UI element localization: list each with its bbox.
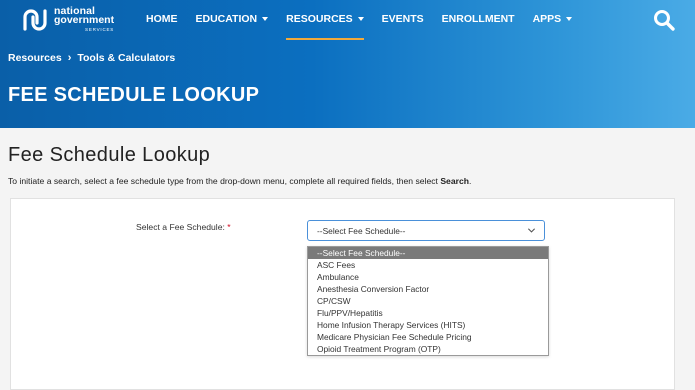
fee-schedule-label-text: Select a Fee Schedule: [136, 222, 225, 232]
fee-schedule-select[interactable]: --Select Fee Schedule-- [307, 220, 545, 241]
main-nav: HOME EDUCATION RESOURCES EVENTS ENROLLMENT AP… [146, 11, 590, 40]
required-marker: * [227, 222, 231, 232]
fee-schedule-option[interactable]: Flu/PPV/Hepatitis [308, 307, 548, 319]
fee-schedule-option[interactable]: Ambulance [308, 271, 548, 283]
header-banner: national government SERVICES HOME EDUCATI… [0, 0, 695, 128]
nav-item-home[interactable]: HOME [146, 11, 178, 27]
banner-title: FEE SCHEDULE LOOKUP [8, 84, 260, 106]
nav-item-label: HOME [146, 13, 178, 25]
nav-item-events[interactable]: EVENTS [382, 11, 424, 27]
breadcrumb-resources[interactable]: Resources [8, 52, 62, 64]
nav-item-label: EVENTS [381, 13, 424, 25]
ngs-logo-icon [23, 9, 47, 31]
nav-item-enrollment[interactable]: ENROLLMENT [442, 11, 515, 27]
instructions-prefix: To initiate a search, select a fee sched… [8, 176, 441, 186]
fee-schedule-option[interactable]: Anesthesia Conversion Factor [308, 283, 548, 295]
caret-down-icon [262, 17, 269, 21]
fee-schedule-options-list: --Select Fee Schedule-- ASC Fees Ambulance… [307, 246, 549, 356]
instructions-text: To initiate a search, select a fee sched… [8, 176, 471, 186]
logo-word-services: SERVICES [85, 26, 115, 32]
breadcrumb-tools-calculators[interactable]: Tools & Calculators [77, 52, 175, 64]
caret-down-icon [566, 17, 573, 21]
instructions-suffix: . [468, 176, 472, 186]
nav-item-apps[interactable]: APPS [533, 11, 573, 27]
fee-schedule-option[interactable]: Home Infusion Therapy Services (HITS) [308, 319, 548, 331]
logo-word-government: government [54, 13, 115, 26]
logo-wordmark: national government SERVICES [54, 5, 115, 34]
nav-item-label: ENROLLMENT [441, 13, 515, 25]
breadcrumb-separator: › [67, 52, 72, 64]
ngs-logo[interactable]: national government SERVICES [22, 5, 115, 34]
instructions-search-keyword: Search [440, 176, 469, 186]
nav-item-label: APPS [532, 13, 562, 25]
fee-schedule-label: Select a Fee Schedule: * [136, 222, 231, 232]
caret-down-icon [357, 17, 364, 21]
page-title: Fee Schedule Lookup [8, 144, 211, 166]
fee-schedule-option[interactable]: Medicare Physician Fee Schedule Pricing [308, 331, 548, 343]
nav-item-label: RESOURCES [286, 13, 353, 25]
nav-item-education[interactable]: EDUCATION [196, 11, 269, 27]
fee-schedule-option[interactable]: --Select Fee Schedule-- [308, 247, 548, 259]
search-icon[interactable] [652, 8, 676, 32]
nav-item-label: EDUCATION [195, 13, 258, 25]
nav-item-resources[interactable]: RESOURCES [286, 11, 364, 40]
fee-schedule-select-value: --Select Fee Schedule-- [317, 226, 406, 236]
breadcrumb: Resources › Tools & Calculators [8, 52, 175, 64]
chevron-down-icon [527, 228, 536, 233]
fee-schedule-option[interactable]: Opioid Treatment Program (OTP) [308, 343, 548, 355]
fee-schedule-option[interactable]: ASC Fees [308, 259, 548, 271]
fee-schedule-option[interactable]: CP/CSW [308, 295, 548, 307]
